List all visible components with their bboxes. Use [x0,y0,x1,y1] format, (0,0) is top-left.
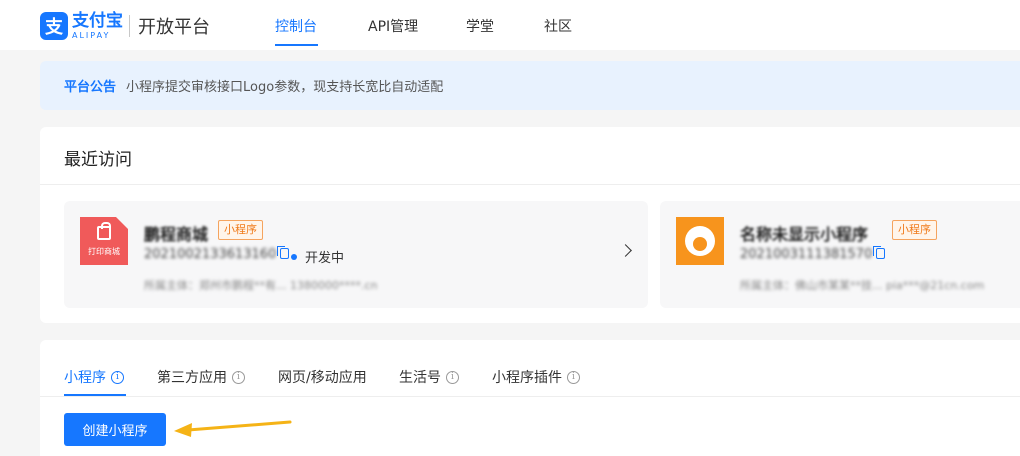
recent-visits-panel: 最近访问 打印商城 鹏程商城 小程序 2021002133613160 开发中 … [40,127,1020,323]
info-icon[interactable]: i [111,370,124,384]
nav-community[interactable]: 社区 [544,16,572,36]
notice-text[interactable]: 小程序提交审核接口Logo参数，现支持长宽比自动适配 [126,76,443,95]
create-mini-program-button[interactable]: 创建小程序 [64,413,166,446]
app-id: 2021002133613160 [144,246,290,262]
logo-divider [129,15,130,37]
alipay-logo-icon: 支 [40,12,68,40]
recent-app-card[interactable]: 名称未显示小程序 小程序 2021003111381570 所属主体：佛山市某某… [660,201,1020,308]
tab-mini-program-plugin[interactable]: 小程序插件 i [492,367,580,387]
app-icon-label: 打印商城 [88,246,120,256]
app-id: 2021003111381570 [740,246,886,262]
app-status: 开发中 [291,247,344,266]
app-name: 鹏程商城 [144,225,209,244]
platform-notice-bar[interactable]: 平台公告 小程序提交审核接口Logo参数，现支持长宽比自动适配 [40,61,1020,110]
annotation-arrow-icon [174,420,292,437]
logo-cn-text: 支付宝 [72,10,123,31]
info-icon[interactable]: i [446,370,459,384]
app-owner: 所属主体：佛山市某某**技... pia***@21cn.com [740,279,985,292]
platform-title: 开放平台 [138,17,210,38]
nav-academy[interactable]: 学堂 [466,16,494,36]
app-type-badge: 小程序 [892,220,937,240]
info-icon[interactable]: i [232,370,245,384]
top-navbar: 支 支付宝 ALIPAY 开放平台 控制台 API管理 学堂 社区 [0,0,1020,50]
status-dot-icon [291,254,297,260]
shopping-bag-icon: 打印商城 [80,217,128,265]
recent-app-card[interactable]: 打印商城 鹏程商城 小程序 2021002133613160 开发中 所属主体：… [64,201,648,308]
avatar-face-icon [676,217,724,265]
nav-console[interactable]: 控制台 [275,16,317,36]
chevron-right-icon[interactable] [619,244,632,257]
tab-web-mobile-app[interactable]: 网页/移动应用 [278,367,367,387]
copy-icon[interactable] [873,246,886,259]
tab-life-account[interactable]: 生活号 i [399,367,459,387]
app-owner: 所属主体：郑州市鹏程**有... 1380000****.cn [144,279,378,292]
alipay-logo[interactable]: 支 支付宝 ALIPAY 开放平台 [40,10,210,42]
nav-active-underline [275,44,318,46]
nav-api-management[interactable]: API管理 [368,16,418,36]
app-name: 名称未显示小程序 [740,225,869,244]
notice-title: 平台公告 [64,80,117,95]
tab-divider [40,396,1020,397]
divider [40,184,1020,185]
app-type-badge: 小程序 [218,220,263,240]
tab-mini-program[interactable]: 小程序 i [64,367,124,387]
recent-visits-title: 最近访问 [64,150,132,170]
logo-en-text: ALIPAY [72,30,111,40]
info-icon[interactable]: i [567,370,580,384]
copy-icon[interactable] [277,246,290,259]
tab-third-party-app[interactable]: 第三方应用 i [157,367,245,387]
